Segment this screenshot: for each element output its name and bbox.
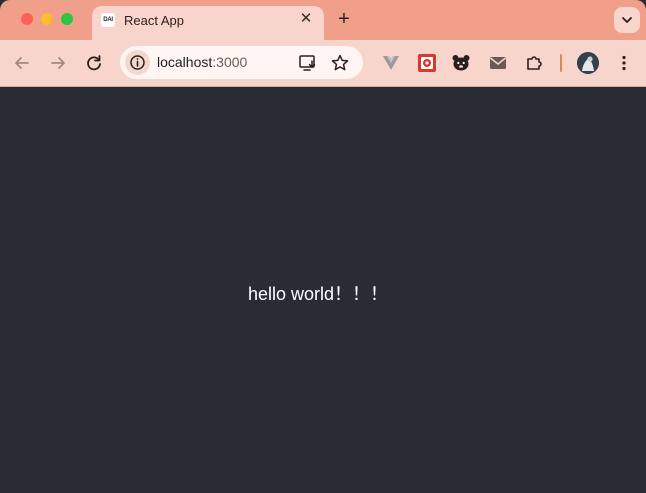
page-content: hello world！！！	[0, 87, 646, 493]
kebab-menu-icon	[622, 55, 626, 71]
window-maximize-button[interactable]	[61, 13, 73, 25]
mail-extension[interactable]	[488, 53, 508, 73]
install-app-button[interactable]	[298, 53, 318, 73]
reload-icon	[87, 55, 101, 71]
vue-devtools-icon	[383, 56, 399, 70]
tab-title: React App	[124, 13, 184, 28]
bookmark-button[interactable]	[330, 53, 350, 73]
browser-window: DAI React App ✕ + localhost:3000 hello w…	[0, 0, 646, 493]
back-button[interactable]	[10, 51, 34, 75]
red-extension-icon	[418, 54, 436, 72]
arrow-left-icon	[15, 57, 29, 69]
red-extension[interactable]	[417, 53, 437, 73]
url-host: localhost	[157, 54, 213, 70]
site-info-button[interactable]	[125, 50, 150, 75]
info-icon	[130, 55, 145, 70]
browser-menu-button[interactable]	[613, 52, 635, 74]
vue-devtools-extension[interactable]	[381, 53, 401, 73]
bear-extension[interactable]	[451, 53, 471, 73]
forward-button[interactable]	[46, 51, 70, 75]
avatar-icon	[577, 52, 599, 74]
address-bar[interactable]: localhost:3000	[120, 46, 363, 79]
arrow-right-icon	[51, 57, 65, 69]
install-app-icon	[299, 55, 316, 71]
new-tab-button[interactable]: +	[333, 8, 355, 30]
hello-world-text: hello world！！！	[247, 284, 389, 304]
toolbar-divider	[560, 54, 562, 72]
browser-tab[interactable]: DAI React App ✕	[92, 6, 324, 40]
title-bar: DAI React App ✕ +	[0, 0, 646, 40]
window-close-button[interactable]	[21, 13, 33, 25]
reload-button[interactable]	[82, 51, 106, 75]
browser-toolbar: localhost:3000	[0, 40, 646, 87]
url-text: localhost:3000	[157, 54, 247, 70]
bear-icon	[452, 55, 470, 71]
url-port: :3000	[212, 54, 248, 70]
star-icon	[331, 54, 349, 71]
extensions-button[interactable]	[524, 53, 544, 73]
chevron-down-icon	[622, 17, 632, 23]
profile-avatar[interactable]	[577, 52, 599, 74]
tab-favicon: DAI	[101, 13, 115, 27]
mail-icon	[490, 57, 506, 69]
tab-search-button[interactable]	[614, 7, 640, 33]
puzzle-icon	[527, 56, 542, 70]
window-minimize-button[interactable]	[41, 13, 53, 25]
tab-close-icon[interactable]: ✕	[296, 9, 316, 29]
